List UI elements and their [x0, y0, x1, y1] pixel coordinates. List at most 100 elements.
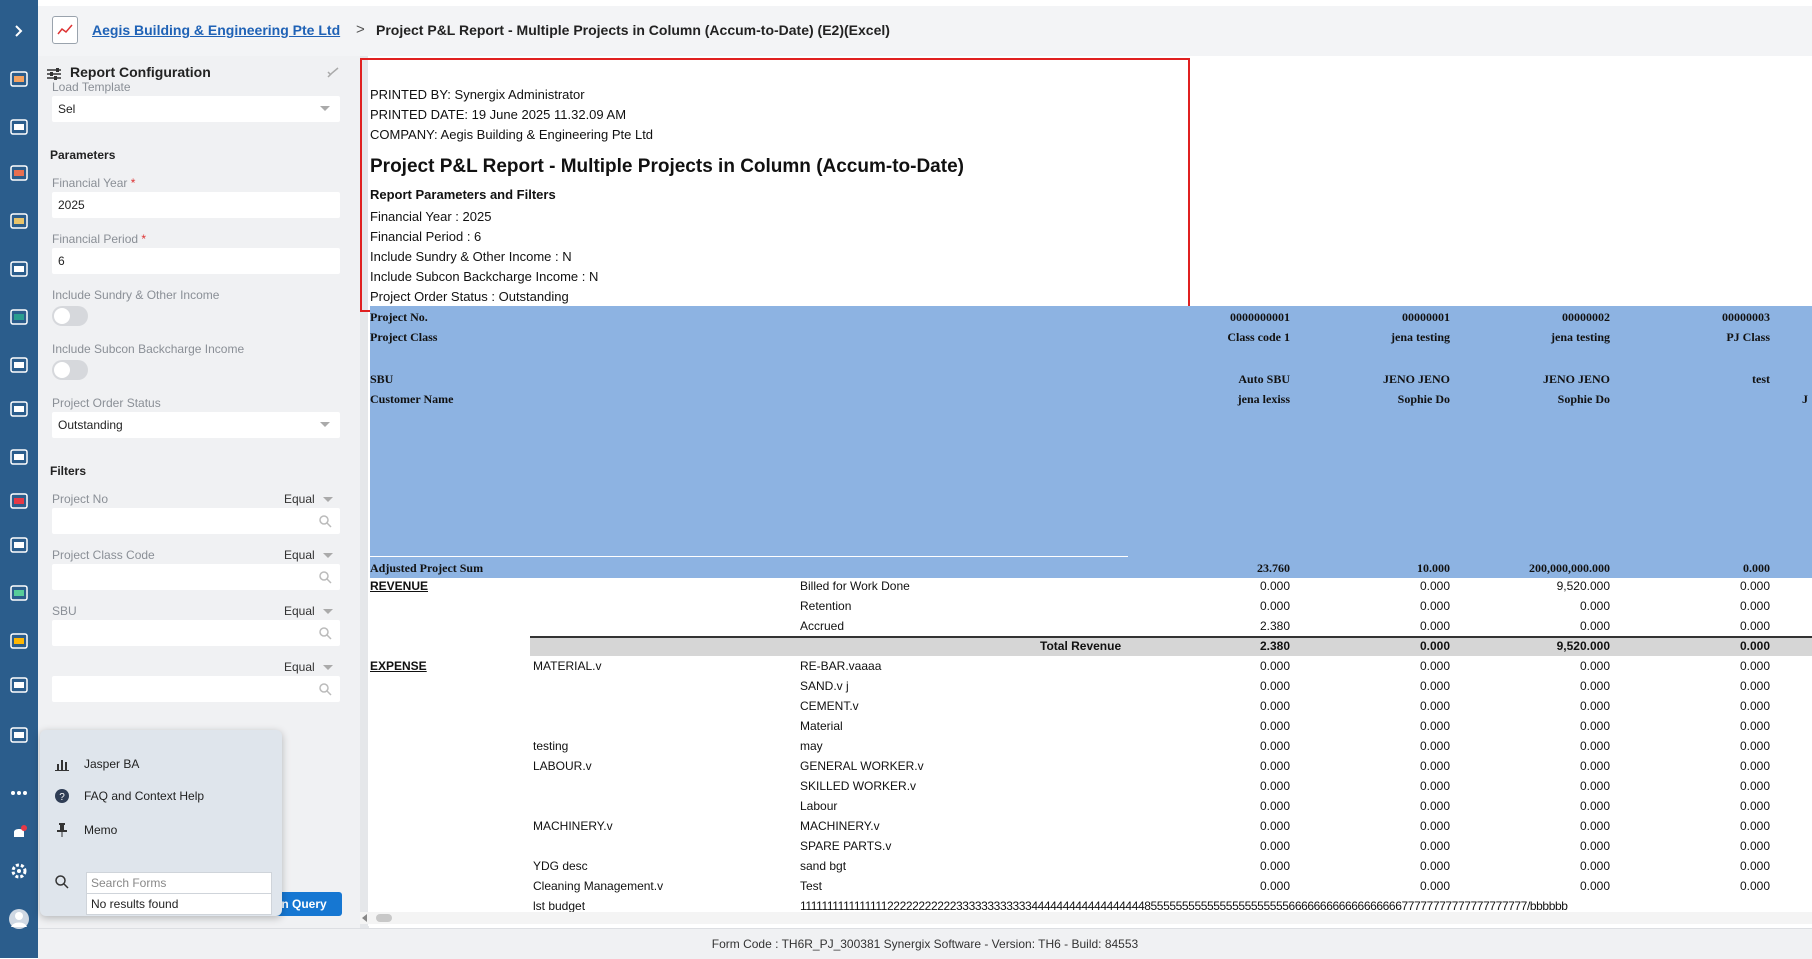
expense-value: 0.000: [1259, 659, 1290, 673]
revenue-value: 0.000: [1579, 619, 1610, 633]
search-icon[interactable]: [318, 626, 332, 640]
expense-value: 0.000: [1739, 859, 1770, 873]
total-revenue-label: Total Revenue: [1040, 639, 1122, 653]
column-customer: Sophie Do: [1397, 392, 1450, 406]
expense-value: 0.000: [1419, 859, 1450, 873]
search-icon[interactable]: [318, 570, 332, 584]
search-icon: [55, 875, 69, 889]
report-icon[interactable]: [6, 352, 32, 378]
settings-icon[interactable]: [6, 858, 32, 884]
cart-icon[interactable]: [6, 304, 32, 330]
last-row-group: lst budget: [533, 899, 586, 913]
truck-icon[interactable]: [6, 672, 32, 698]
expense-value: 0.000: [1579, 859, 1610, 873]
column-project-class: Class code 1: [1227, 330, 1290, 344]
expense-value: 0.000: [1419, 719, 1450, 733]
bars-icon[interactable]: [6, 488, 32, 514]
column-project-no: 00000001: [1402, 310, 1450, 324]
expense-value: 0.000: [1579, 839, 1610, 853]
revenue-value: 0.000: [1579, 599, 1610, 613]
expense-value: 0.000: [1739, 819, 1770, 833]
load-template-select[interactable]: Sel: [52, 96, 340, 122]
menu-item-faq[interactable]: ? FAQ and Context Help: [54, 788, 204, 804]
invoice-icon[interactable]: [6, 722, 32, 748]
expense-value: 0.000: [1579, 699, 1610, 713]
notification-icon[interactable]: [6, 820, 32, 846]
report-header-band: [370, 306, 1812, 578]
book-icon[interactable]: [6, 208, 32, 234]
column-customer: Sophie Do: [1557, 392, 1610, 406]
filter-sbu-input[interactable]: [52, 620, 340, 646]
expense-value: 0.000: [1419, 779, 1450, 793]
search-icon[interactable]: [318, 682, 332, 696]
app-nav-rail: [0, 0, 38, 958]
financial-period-input[interactable]: 6: [52, 248, 340, 274]
more-icon[interactable]: [6, 780, 32, 806]
chart-icon[interactable]: [6, 66, 32, 92]
revenue-value: 0.000: [1259, 579, 1290, 593]
expense-value: 0.000: [1259, 859, 1290, 873]
expense-group: MATERIAL.v: [533, 659, 602, 673]
expense-value: 0.000: [1579, 779, 1610, 793]
revenue-value: 0.000: [1419, 619, 1450, 633]
load-template-label: Load Template: [52, 80, 131, 94]
company-link[interactable]: Aegis Building & Engineering Pte Ltd: [92, 22, 340, 38]
filter-sbu-label: SBU: [52, 604, 77, 618]
expense-group: Cleaning Management.v: [533, 879, 664, 893]
home-icon[interactable]: [6, 628, 32, 654]
sundry-income-label: Include Sundry & Other Income: [52, 288, 220, 302]
expand-icon[interactable]: [6, 18, 32, 44]
expense-value: 0.000: [1579, 659, 1610, 673]
search-forms-input[interactable]: Search Forms: [86, 872, 272, 894]
expense-item: SKILLED WORKER.v: [800, 779, 917, 793]
column-sbu: JENO JENO: [1542, 372, 1610, 386]
subcon-income-toggle[interactable]: [52, 360, 88, 380]
order-status-select[interactable]: Outstanding: [52, 412, 340, 438]
filter-project-class-input[interactable]: [52, 564, 340, 590]
clear-icon[interactable]: [326, 66, 340, 80]
expense-value: 0.000: [1419, 759, 1450, 773]
column-project-class: jena testing: [1391, 330, 1450, 344]
expense-item: sand bgt: [800, 859, 847, 873]
column-adjusted-sum: 0.000: [1743, 561, 1770, 575]
horizontal-scrollbar[interactable]: [360, 912, 1812, 924]
download-icon[interactable]: [6, 580, 32, 606]
column-project-no: 00000002: [1562, 310, 1610, 324]
revenue-value: 0.000: [1739, 579, 1770, 593]
scroll-thumb[interactable]: [376, 914, 392, 922]
search-icon[interactable]: [318, 514, 332, 528]
shop-icon[interactable]: [6, 160, 32, 186]
menu-item-memo[interactable]: Memo: [54, 822, 117, 838]
filter-sbu-operator[interactable]: Equal: [284, 604, 333, 618]
doc-icon[interactable]: [6, 256, 32, 282]
expense-value: 0.000: [1739, 879, 1770, 893]
run-query-button[interactable]: un Query: [272, 892, 342, 916]
sundry-income-toggle[interactable]: [52, 306, 88, 326]
filter-4-input[interactable]: [52, 676, 340, 702]
tools-icon[interactable]: [6, 396, 32, 422]
filter-4-operator[interactable]: Equal: [284, 660, 333, 674]
breadcrumb-separator: >: [356, 21, 365, 38]
column-sbu: Auto SBU: [1238, 372, 1290, 386]
subcon-income-label: Include Subcon Backcharge Income: [52, 342, 245, 356]
column-project-class: jena testing: [1551, 330, 1610, 344]
financial-year-label: Financial Year *: [52, 176, 136, 190]
cloud-icon[interactable]: [6, 532, 32, 558]
filter-project-no-operator[interactable]: Equal: [284, 492, 333, 506]
user-avatar-icon[interactable]: [6, 906, 32, 932]
filter-project-no-input[interactable]: [52, 508, 340, 534]
org-icon[interactable]: [6, 114, 32, 140]
chevron-down-icon: [320, 422, 330, 427]
customer-label: Customer Name: [370, 392, 454, 406]
page-title: Project P&L Report - Multiple Projects i…: [376, 22, 890, 38]
total-revenue-value: 2.380: [1259, 639, 1290, 653]
expense-item: SPARE PARTS.v: [800, 839, 892, 853]
filter-project-class-operator[interactable]: Equal: [284, 548, 333, 562]
order-status-value: Outstanding: [58, 418, 123, 432]
top-bar: Aegis Building & Engineering Pte Ltd > P…: [38, 6, 1812, 57]
scroll-left-icon[interactable]: [362, 914, 367, 922]
financial-year-input[interactable]: 2025: [52, 192, 340, 218]
menu-item-jasper-ba[interactable]: Jasper BA: [54, 756, 139, 772]
bar-chart-icon: [55, 760, 69, 771]
lab-icon[interactable]: [6, 444, 32, 470]
